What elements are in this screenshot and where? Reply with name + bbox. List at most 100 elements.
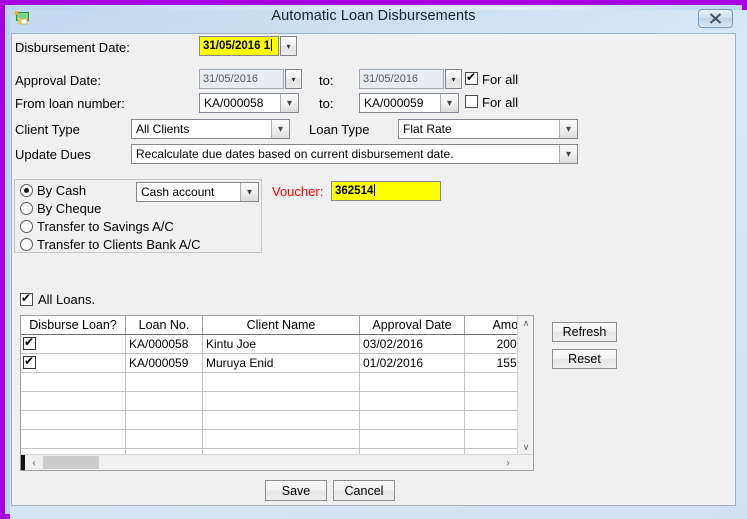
radio-transfer-to-clients-bank-label: Transfer to Clients Bank A/C (37, 237, 201, 252)
radio-by-cash-label: By Cash (37, 183, 87, 198)
radio-transfer-to-savings-label: Transfer to Savings A/C (37, 219, 174, 234)
voucher-label: Voucher: (272, 184, 324, 199)
chevron-down-icon[interactable]: ▾ (559, 120, 577, 138)
chevron-down-icon[interactable]: ▾ (240, 183, 258, 201)
chevron-down-icon[interactable]: ▾ (280, 94, 298, 112)
loans-table: Disburse Loan? Loan No. Client Name Appr… (21, 316, 533, 470)
row-disburse-checkbox[interactable] (23, 354, 36, 369)
row-client-name: Kintu Joe (202, 334, 360, 354)
chevron-down-icon: ▾ (286, 41, 291, 51)
chevron-down-icon[interactable]: ▾ (440, 94, 458, 112)
disbursement-date-label: Disbursement Date: (15, 40, 130, 55)
loan-from-value: KA/000058 (204, 96, 264, 110)
all-loans-label: All Loans. (38, 292, 96, 307)
update-dues-combo[interactable]: Recalculate due dates based on current d… (131, 144, 578, 164)
window-title: Automatic Loan Disbursements (271, 8, 476, 24)
row-client-name (202, 372, 360, 392)
chevron-down-icon: ▾ (451, 74, 456, 84)
cancel-button[interactable]: Cancel (333, 480, 395, 501)
row-approval-date (359, 372, 465, 392)
screenshot-root: Automatic Loan Disbursements Disbursemen… (0, 0, 747, 519)
row-approval-date (359, 391, 465, 411)
scroll-right-icon[interactable]: › (500, 455, 516, 470)
loan-type-value: Flat Rate (403, 122, 452, 136)
table-row (21, 410, 533, 430)
client-type-combo[interactable]: All Clients ▾ (131, 119, 290, 139)
col-disburse-loan[interactable]: Disburse Loan? (21, 316, 126, 335)
disbursement-date-input[interactable]: 31/05/2016 1 (199, 36, 279, 56)
horizontal-scroll-thumb[interactable] (43, 456, 99, 469)
loan-from-combo[interactable]: KA/000058 ▾ (199, 93, 299, 113)
approval-date-from-input[interactable]: 31/05/2016 (199, 69, 284, 89)
approval-date-to-dropdown-icon[interactable]: ▾ (445, 69, 462, 89)
table-row: KA/000059 Muruya Enid 01/02/2016 1550000… (21, 353, 533, 373)
scroll-up-icon[interactable]: ∧ (518, 316, 533, 332)
row-approval-date (359, 429, 465, 449)
cash-account-combo[interactable]: Cash account ▾ (136, 182, 259, 202)
refresh-button[interactable]: Refresh (552, 322, 617, 342)
loans-grid[interactable]: Disburse Loan? Loan No. Client Name Appr… (20, 315, 534, 471)
chevron-down-icon: ▾ (291, 74, 296, 84)
col-approval-date[interactable]: Approval Date (359, 316, 465, 335)
row-client-name (202, 391, 360, 411)
row-client-name (202, 410, 360, 430)
row-loan-no (125, 391, 203, 411)
client-type-label: Client Type (15, 122, 80, 137)
update-dues-value: Recalculate due dates based on current d… (136, 147, 454, 161)
client-type-value: All Clients (136, 122, 190, 136)
for-all-loan-number-label: For all (482, 95, 519, 110)
loan-type-combo[interactable]: Flat Rate ▾ (398, 119, 578, 139)
row-approval-date: 01/02/2016 (359, 353, 465, 373)
for-all-loan-number-checkbox[interactable] (465, 95, 478, 108)
loan-to-value: KA/000059 (364, 96, 424, 110)
for-all-approval-date-checkbox[interactable] (465, 70, 478, 85)
row-approval-date (359, 410, 465, 430)
close-icon[interactable] (698, 9, 733, 28)
row-disburse-cell[interactable] (21, 334, 126, 354)
row-disburse-cell[interactable] (21, 410, 126, 430)
scroll-left-icon[interactable]: ‹ (26, 455, 42, 470)
table-row (21, 429, 533, 449)
row-disburse-checkbox[interactable] (23, 335, 36, 350)
grid-horizontal-scrollbar[interactable]: ‹ › (21, 454, 533, 470)
row-disburse-cell[interactable] (21, 372, 126, 392)
col-client-name[interactable]: Client Name (202, 316, 360, 335)
from-loan-number-label: From loan number: (15, 96, 125, 111)
table-body: KA/000058 Kintu Joe 03/02/2016 2000000.0… (21, 334, 533, 470)
approval-date-label: Approval Date: (15, 73, 101, 88)
table-row (21, 391, 533, 411)
row-client-name (202, 429, 360, 449)
grid-vertical-scrollbar[interactable]: ∧ ∨ (517, 316, 533, 456)
approval-date-to-label: to: (319, 73, 334, 88)
row-loan-no (125, 429, 203, 449)
voucher-input[interactable]: 362514 (331, 181, 441, 201)
for-all-approval-date-label: For all (482, 72, 519, 87)
loan-to-combo[interactable]: KA/000059 ▾ (359, 93, 459, 113)
radio-transfer-to-savings[interactable] (20, 220, 33, 233)
scroll-left-edge-marker (21, 455, 25, 470)
row-loan-no (125, 410, 203, 430)
chevron-down-icon[interactable]: ▾ (271, 120, 289, 138)
disbursement-date-dropdown-icon[interactable]: ▾ (280, 36, 297, 56)
row-approval-date: 03/02/2016 (359, 334, 465, 354)
cash-account-value: Cash account (141, 185, 215, 199)
approval-date-from-dropdown-icon[interactable]: ▾ (285, 69, 302, 89)
row-disburse-cell[interactable] (21, 391, 126, 411)
approval-date-to-input[interactable]: 31/05/2016 (359, 69, 444, 89)
all-loans-checkbox[interactable] (20, 291, 33, 306)
reset-button[interactable]: Reset (552, 349, 617, 369)
chevron-down-icon[interactable]: ▾ (559, 145, 577, 163)
radio-transfer-to-clients-bank[interactable] (20, 238, 33, 251)
row-client-name: Muruya Enid (202, 353, 360, 373)
radio-by-cash[interactable] (20, 184, 33, 197)
loan-to-label: to: (319, 96, 334, 111)
row-loan-no (125, 372, 203, 392)
title-bar[interactable]: Automatic Loan Disbursements (5, 5, 742, 32)
update-dues-label: Update Dues (15, 147, 91, 162)
row-loan-no: KA/000058 (125, 334, 203, 354)
radio-by-cheque[interactable] (20, 202, 33, 215)
row-disburse-cell[interactable] (21, 353, 126, 373)
col-loan-no[interactable]: Loan No. (125, 316, 203, 335)
save-button[interactable]: Save (265, 480, 327, 501)
row-disburse-cell[interactable] (21, 429, 126, 449)
